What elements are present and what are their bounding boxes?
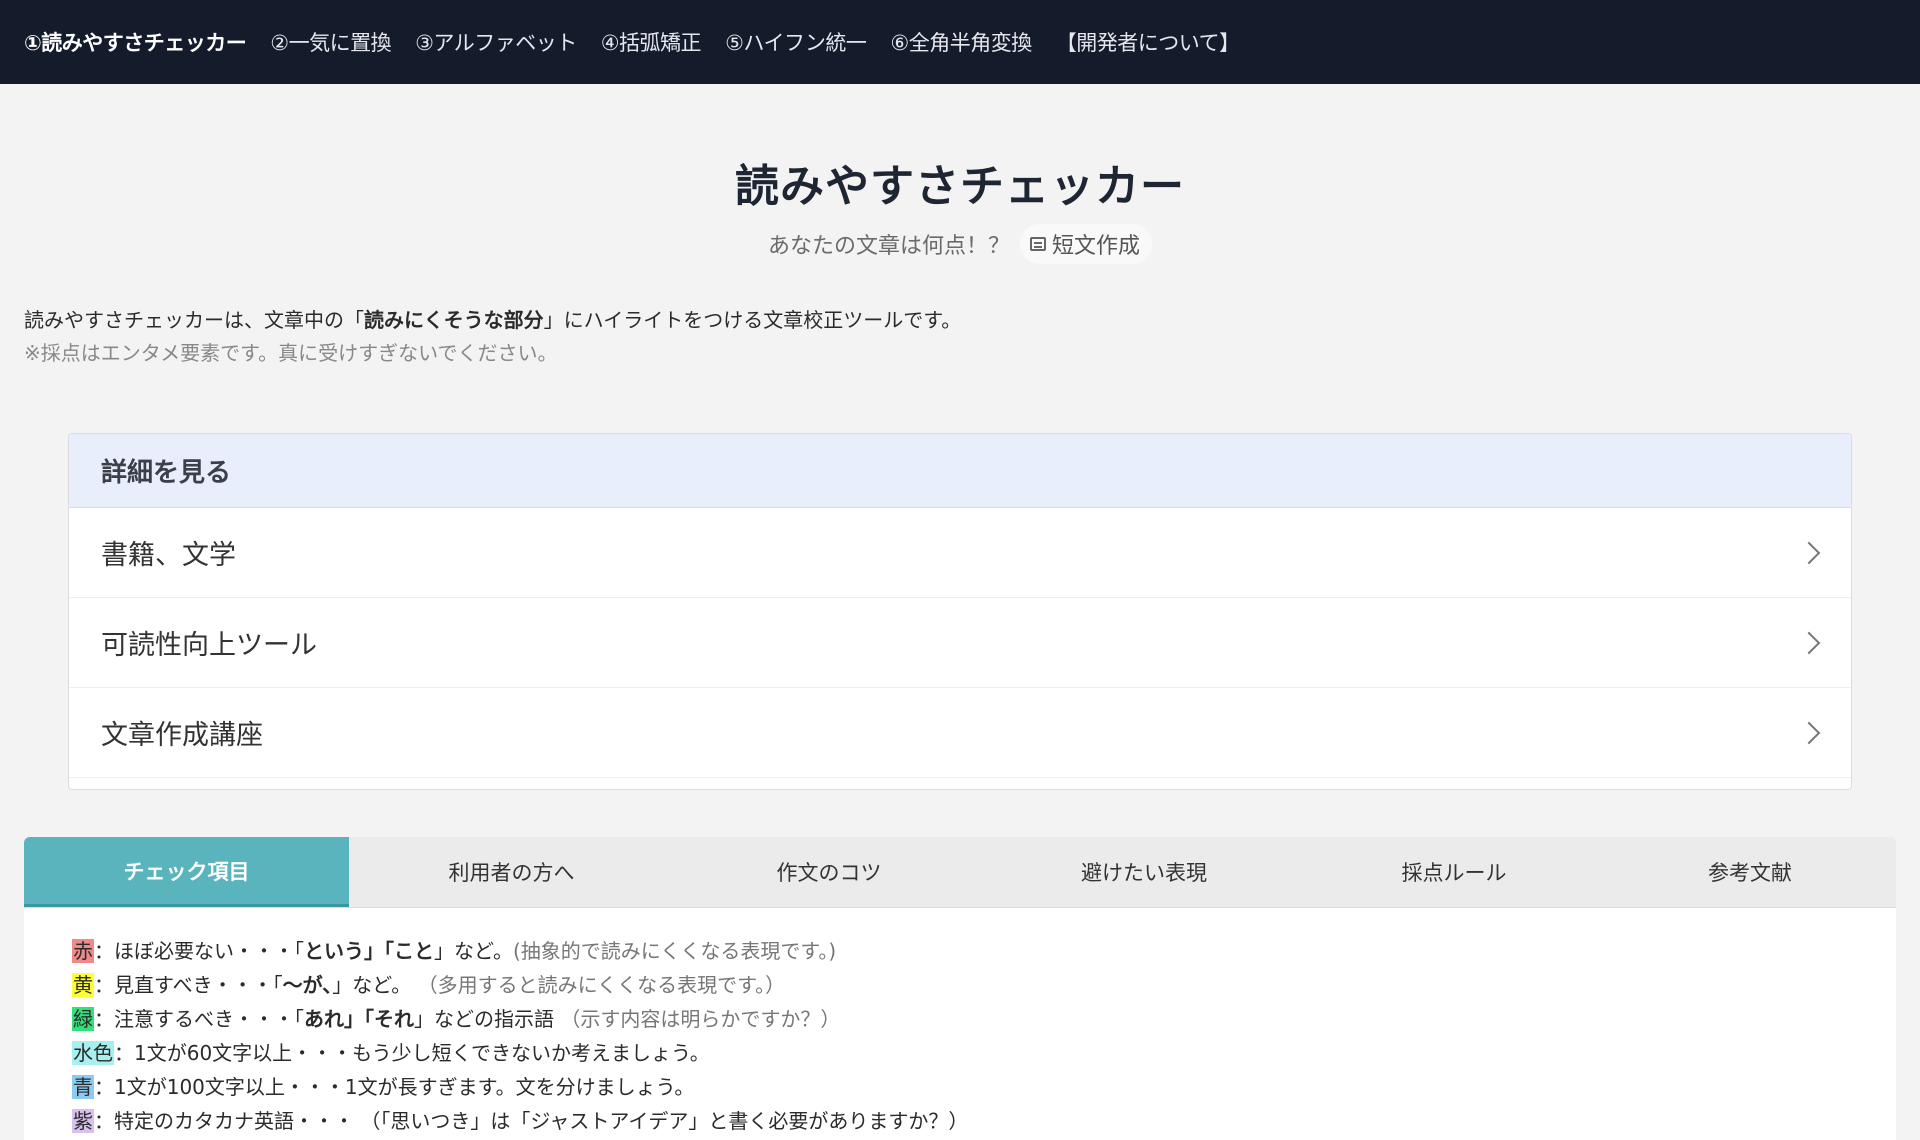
tab-bar: チェック項目 利用者の方へ 作文のコツ 避けたい表現 採点ルール 参考文献 — [24, 837, 1896, 908]
hero-subtitle-row: あなたの文章は何点！？ 短文作成 — [0, 224, 1920, 264]
details-row-label: 文章作成講座 — [101, 720, 263, 751]
check-items-legend: 赤：ほぼ必要ない・・・「という」「こと」など。(抽象的で読みにくくなる表現です。… — [24, 908, 1896, 1138]
details-row-course[interactable]: 文章作成講座 — [69, 688, 1851, 778]
details-header[interactable]: 詳細を見る — [69, 434, 1851, 508]
page-title: 読みやすさチェッカー — [735, 161, 1185, 212]
intro-bold: 読みにくそうな部分 — [364, 308, 544, 332]
details-row-label: 書籍、文学 — [101, 540, 236, 571]
legend-text: 」など。 — [332, 973, 412, 997]
legend-bold: 〜が、 — [282, 973, 333, 997]
hero: 読みやすさチェッカー あなたの文章は何点！？ 短文作成 — [0, 150, 1920, 264]
nav-alphabet[interactable]: ③アルファベット — [415, 27, 577, 57]
intro-prefix: 読みやすさチェッカーは、文章中の「 — [24, 308, 364, 332]
tab-for-users[interactable]: 利用者の方へ — [349, 837, 674, 907]
nav-hyphen-unify[interactable]: ⑤ハイフン統一 — [725, 27, 867, 57]
legend-swatch: 黄 — [72, 973, 94, 997]
legend-swatch: 青 — [72, 1075, 94, 1099]
tab-references[interactable]: 参考文献 — [1604, 837, 1896, 907]
legend-text: ：見直すべき・・・「 — [94, 973, 283, 997]
legend-bold: あれ」「それ — [304, 1007, 414, 1031]
legend-hint: (抽象的で読みにくくなる表現です。) — [513, 939, 837, 963]
document-icon — [1030, 237, 1046, 251]
legend-text: ：1文が60文字以上・・・もう少し短くできないか考えましょう。 — [114, 1041, 710, 1065]
tab-panel: チェック項目 利用者の方へ 作文のコツ 避けたい表現 採点ルール 参考文献 赤：… — [24, 837, 1896, 1140]
details-row-tools[interactable]: 可読性向上ツール — [69, 598, 1851, 688]
tab-scoring-rules[interactable]: 採点ルール — [1304, 837, 1604, 907]
legend-bold: という」「こと — [304, 939, 434, 963]
legend-swatch: 紫 — [72, 1109, 94, 1133]
nav-bulk-replace[interactable]: ②一気に置換 — [270, 27, 391, 57]
tab-avoid-expressions[interactable]: 避けたい表現 — [984, 837, 1304, 907]
legend-item-blue: 青：1文が100文字以上・・・1文が長すぎます。文を分けましょう。 — [72, 1070, 1896, 1104]
legend-swatch: 赤 — [72, 939, 94, 963]
legend-hint: （多用すると読みにくくなる表現です。） — [417, 973, 786, 997]
details-accordion: 詳細を見る 書籍、文学 可読性向上ツール 文章作成講座 — [68, 433, 1852, 790]
chevron-right-icon — [1797, 631, 1821, 654]
legend-item-yellow: 黄：見直すべき・・・「〜が、」など。 （多用すると読みにくくなる表現です。） — [72, 968, 1896, 1002]
top-nav: ①読みやすさチェッカー ②一気に置換 ③アルファベット ④括弧矯正 ⑤ハイフン統… — [0, 0, 1920, 84]
details-row-books[interactable]: 書籍、文学 — [69, 508, 1851, 598]
legend-swatch: 緑 — [72, 1007, 94, 1031]
legend-item-purple: 紫：特定のカタカナ英語・・・ （「思いつき」は「ジャストアイデア」と書く必要があ… — [72, 1104, 1896, 1138]
legend-item-red: 赤：ほぼ必要ない・・・「という」「こと」など。(抽象的で読みにくくなる表現です。… — [72, 934, 1896, 968]
tab-check-items[interactable]: チェック項目 — [24, 837, 349, 907]
legend-item-lightblue: 水色：1文が60文字以上・・・もう少し短くできないか考えましょう。 — [72, 1036, 1896, 1070]
short-text-link[interactable]: 短文作成 — [1020, 224, 1153, 264]
page-subtitle: あなたの文章は何点！？ — [767, 234, 1010, 259]
nav-width-convert[interactable]: ⑥全角半角変換 — [890, 27, 1032, 57]
legend-text: ：ほぼ必要ない・・・「 — [94, 939, 304, 963]
legend-text: 」などの指示語 — [414, 1007, 554, 1031]
nav-about-developer[interactable]: 【開発者について】 — [1056, 27, 1240, 57]
tab-writing-tips[interactable]: 作文のコツ — [674, 837, 984, 907]
nav-bracket-fix[interactable]: ④括弧矯正 — [601, 27, 702, 57]
legend-hint: （示す内容は明らかですか？） — [560, 1007, 841, 1031]
legend-item-green: 緑：注意するべき・・・「あれ」「それ」などの指示語 （示す内容は明らかですか？） — [72, 1002, 1896, 1036]
legend-text: ：注意するべき・・・「 — [94, 1007, 304, 1031]
intro: 読みやすさチェッカーは、文章中の「読みにくそうな部分」にハイライトをつける文章校… — [24, 304, 961, 370]
chevron-right-icon — [1797, 541, 1821, 564]
intro-suffix: 」にハイライトをつける文章校正ツールです。 — [543, 308, 962, 332]
short-text-label: 短文作成 — [1052, 234, 1141, 259]
nav-readability-checker[interactable]: ①読みやすさチェッカー — [24, 27, 247, 57]
chevron-right-icon — [1797, 721, 1821, 744]
intro-description: 読みやすさチェッカーは、文章中の「読みにくそうな部分」にハイライトをつける文章校… — [24, 304, 961, 337]
legend-text: ：1文が100文字以上・・・1文が長すぎます。文を分けましょう。 — [94, 1075, 695, 1099]
details-row-label: 可読性向上ツール — [101, 630, 317, 661]
legend-swatch: 水色 — [72, 1041, 114, 1065]
legend-text: 」など。 — [434, 939, 513, 963]
intro-note: ※採点はエンタメ要素です。真に受けすぎないでください。 — [24, 341, 558, 365]
legend-text: ：特定のカタカナ英語・・・ （「思いつき」は「ジャストアイデア」と書く必要があり… — [94, 1109, 969, 1133]
